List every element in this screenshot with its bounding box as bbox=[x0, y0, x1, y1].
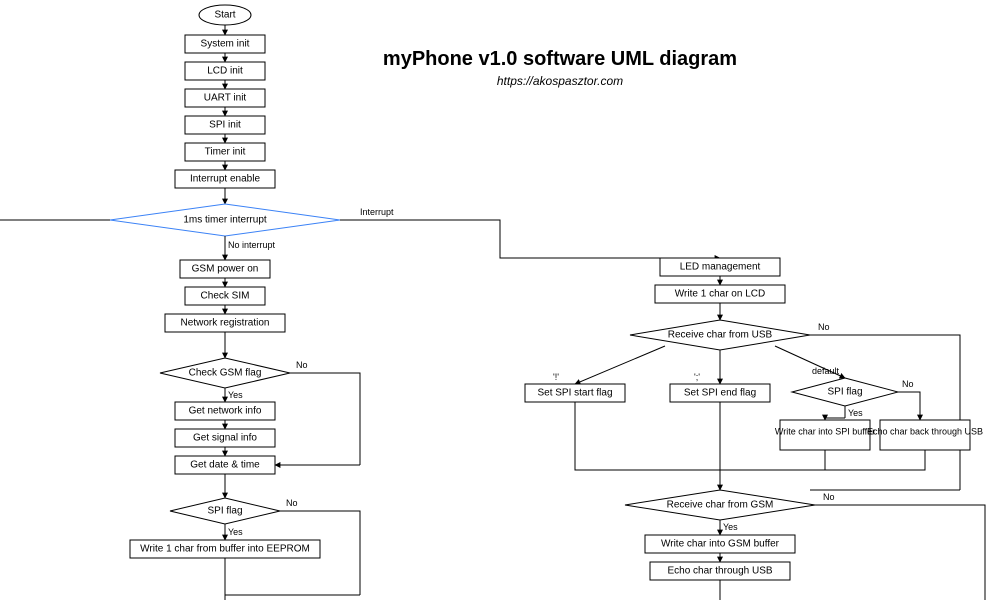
page-subtitle: https://akospasztor.com bbox=[497, 74, 623, 88]
svg-text:No: No bbox=[902, 379, 914, 389]
svg-text:'!': '!' bbox=[553, 372, 559, 382]
svg-text:Timer init: Timer init bbox=[205, 147, 246, 158]
svg-text:Yes: Yes bbox=[723, 522, 738, 532]
edge-interrupt: Interrupt bbox=[360, 207, 394, 217]
svg-text:LCD init: LCD init bbox=[207, 66, 243, 77]
svg-text:SPI init: SPI init bbox=[209, 120, 241, 131]
svg-text:Write 1 char from buffer into: Write 1 char from buffer into EEPROM bbox=[140, 544, 310, 555]
svg-text:1ms timer interrupt: 1ms timer interrupt bbox=[183, 215, 267, 226]
svg-text:Echo char through USB: Echo char through USB bbox=[667, 566, 772, 577]
svg-text:';': ';' bbox=[694, 372, 700, 382]
svg-text:No: No bbox=[823, 492, 835, 502]
svg-text:GSM power on: GSM power on bbox=[192, 264, 259, 275]
svg-text:Receive char from USB: Receive char from USB bbox=[668, 330, 773, 341]
svg-text:Get signal info: Get signal info bbox=[193, 433, 257, 444]
svg-text:UART init: UART init bbox=[204, 93, 247, 104]
svg-text:System init: System init bbox=[201, 39, 250, 50]
svg-text:Check SIM: Check SIM bbox=[201, 291, 250, 302]
start-label: Start bbox=[214, 10, 235, 21]
svg-text:Check GSM flag: Check GSM flag bbox=[189, 368, 262, 379]
svg-text:Yes: Yes bbox=[228, 390, 243, 400]
edge-no-interrupt: No interrupt bbox=[228, 240, 276, 250]
svg-text:Set SPI start flag: Set SPI start flag bbox=[537, 388, 612, 399]
svg-text:Interrupt enable: Interrupt enable bbox=[190, 174, 260, 185]
svg-text:Echo char back through USB: Echo char back through USB bbox=[867, 426, 983, 436]
svg-text:Yes: Yes bbox=[848, 408, 863, 418]
svg-text:Write char into SPI buffer: Write char into SPI buffer bbox=[775, 426, 875, 436]
svg-text:LED management: LED management bbox=[680, 262, 761, 273]
svg-text:No: No bbox=[818, 322, 830, 332]
svg-text:Network registration: Network registration bbox=[181, 318, 270, 329]
svg-text:Get network info: Get network info bbox=[189, 406, 262, 417]
svg-text:Set SPI end flag: Set SPI end flag bbox=[684, 388, 756, 399]
svg-text:SPI flag: SPI flag bbox=[827, 387, 862, 398]
page-title: myPhone v1.0 software UML diagram bbox=[383, 48, 737, 70]
svg-text:No: No bbox=[286, 498, 298, 508]
uml-flowchart: myPhone v1.0 software UML diagram https:… bbox=[0, 0, 1000, 600]
svg-text:SPI flag: SPI flag bbox=[207, 506, 242, 517]
svg-text:No: No bbox=[296, 360, 308, 370]
svg-text:Write char into GSM buffer: Write char into GSM buffer bbox=[661, 539, 780, 550]
svg-text:Get date & time: Get date & time bbox=[190, 460, 260, 471]
svg-text:default: default bbox=[812, 366, 840, 376]
svg-text:Receive char from GSM: Receive char from GSM bbox=[667, 500, 774, 511]
svg-text:Yes: Yes bbox=[228, 527, 243, 537]
svg-text:Write 1 char on LCD: Write 1 char on LCD bbox=[675, 289, 765, 300]
